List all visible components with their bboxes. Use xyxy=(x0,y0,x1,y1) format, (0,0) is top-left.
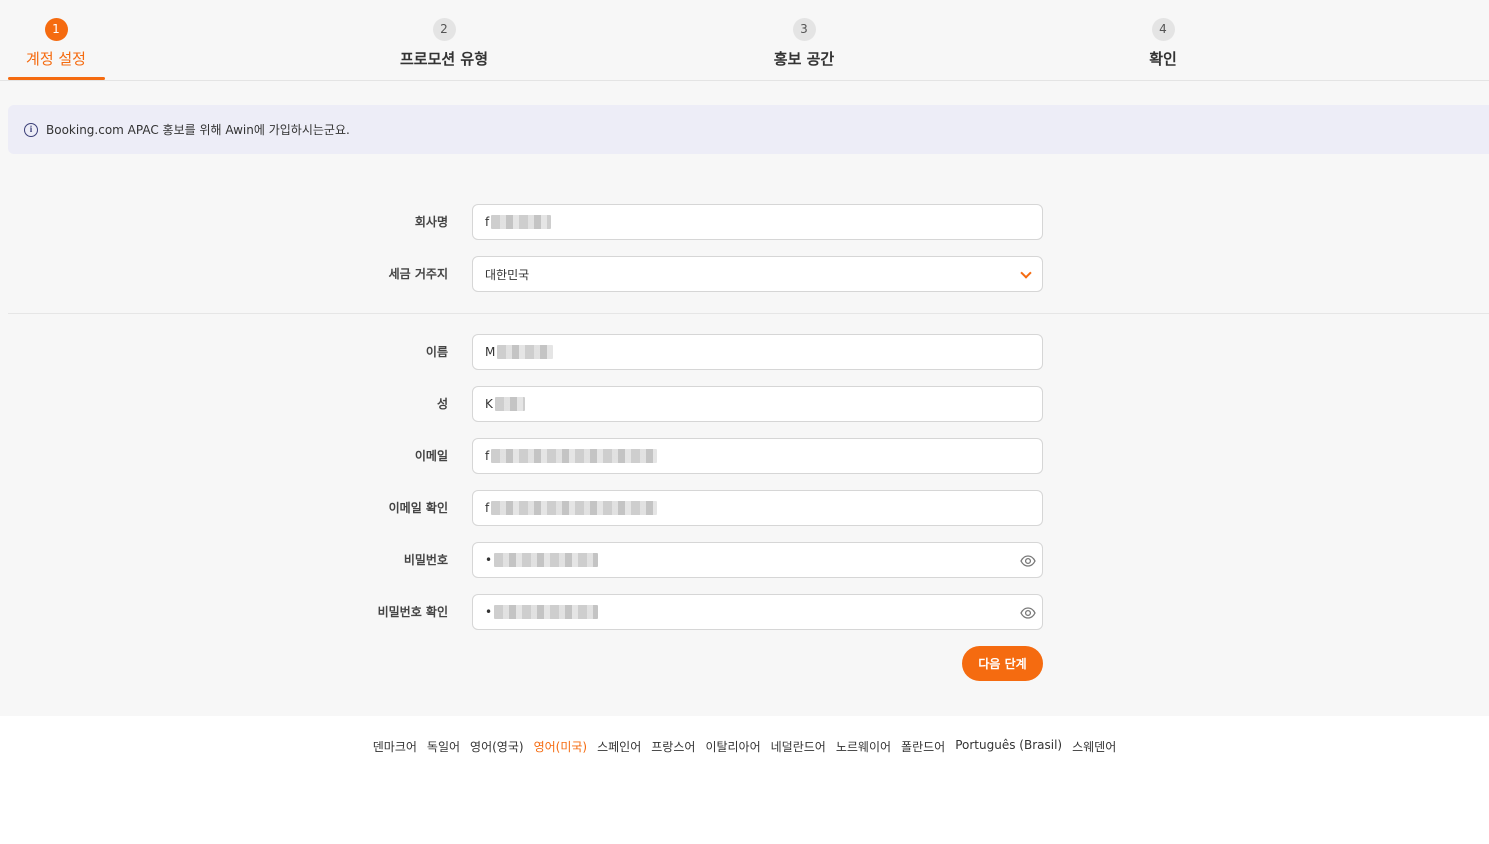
stepper: 1 계정 설정 2 프로모션 유형 3 홍보 공간 4 확인 xyxy=(0,0,1489,81)
language-link-english-us[interactable]: 영어(미국) xyxy=(534,738,588,760)
first-name-label: 이름 xyxy=(425,345,448,359)
info-banner: i Booking.com APAC 홍보를 위해 Awin에 가입하시는군요. xyxy=(8,105,1489,154)
tax-residence-row: 세금 거주지 대한민국 xyxy=(0,256,1489,292)
chevron-down-icon xyxy=(1020,267,1032,279)
step-label: 확인 xyxy=(1149,50,1177,68)
last-name-value: K xyxy=(485,397,493,411)
redacted-text xyxy=(494,397,525,411)
password-row: 비밀번호 • xyxy=(0,542,1489,578)
step-number: 2 xyxy=(432,18,456,41)
eye-icon[interactable] xyxy=(1020,605,1036,621)
company-name-row: 회사명 f xyxy=(0,204,1489,240)
password-confirm-row: 비밀번호 확인 • xyxy=(0,594,1489,630)
last-name-label: 성 xyxy=(436,397,448,411)
step-number: 1 xyxy=(44,18,68,41)
eye-icon[interactable] xyxy=(1020,553,1036,569)
email-confirm-value: f xyxy=(485,501,490,515)
step-label: 홍보 공간 xyxy=(773,50,835,68)
password-input[interactable]: • xyxy=(472,542,1043,578)
step-account-setup[interactable]: 1 계정 설정 xyxy=(0,18,156,69)
email-confirm-row: 이메일 확인 f xyxy=(0,490,1489,526)
next-step-button[interactable]: 다음 단계 xyxy=(962,646,1043,681)
step-number: 4 xyxy=(1151,18,1175,41)
tax-residence-value: 대한민국 xyxy=(485,267,530,282)
redacted-text xyxy=(491,449,658,463)
first-name-row: 이름 M xyxy=(0,334,1489,370)
first-name-input[interactable]: M xyxy=(472,334,1043,370)
email-confirm-input[interactable]: f xyxy=(472,490,1043,526)
section-divider xyxy=(8,313,1489,314)
language-link-norwegian[interactable]: 노르웨이어 xyxy=(836,738,891,760)
signup-area: 1 계정 설정 2 프로모션 유형 3 홍보 공간 4 확인 i Booking… xyxy=(0,0,1489,716)
step-label: 계정 설정 xyxy=(26,50,86,68)
email-row: 이메일 f xyxy=(0,438,1489,474)
language-link-dutch[interactable]: 네덜란드어 xyxy=(771,738,826,760)
language-link-polish[interactable]: 폴란드어 xyxy=(901,738,945,760)
tax-residence-label: 세금 거주지 xyxy=(388,267,448,281)
language-link-danish[interactable]: 덴마크어 xyxy=(373,738,417,760)
first-name-value: M xyxy=(485,345,496,359)
redacted-text xyxy=(497,345,554,359)
email-input[interactable]: f xyxy=(472,438,1043,474)
company-name-value: f xyxy=(485,215,490,229)
last-name-row: 성 K xyxy=(0,386,1489,422)
redacted-text xyxy=(494,605,599,619)
email-confirm-label: 이메일 확인 xyxy=(388,501,448,515)
language-link-english-uk[interactable]: 영어(영국) xyxy=(470,738,524,760)
info-banner-text: Booking.com APAC 홍보를 위해 Awin에 가입하시는군요. xyxy=(46,123,350,137)
step-confirm[interactable]: 4 확인 xyxy=(1063,18,1263,69)
password-label: 비밀번호 xyxy=(403,553,448,567)
language-link-german[interactable]: 독일어 xyxy=(427,738,460,760)
password-confirm-input[interactable]: • xyxy=(472,594,1043,630)
language-link-swedish[interactable]: 스웨덴어 xyxy=(1072,738,1116,760)
last-name-input[interactable]: K xyxy=(472,386,1043,422)
step-label: 프로모션 유형 xyxy=(399,50,489,68)
redacted-text xyxy=(494,553,599,567)
company-name-input[interactable]: f xyxy=(472,204,1043,240)
language-link-portuguese-brazil[interactable]: Português (Brasil) xyxy=(955,738,1062,760)
redacted-text xyxy=(491,215,552,229)
company-name-label: 회사명 xyxy=(414,215,448,229)
step-promotional-space[interactable]: 3 홍보 공간 xyxy=(704,18,904,69)
tax-residence-select[interactable]: 대한민국 xyxy=(472,256,1043,292)
password-confirm-value: • xyxy=(485,605,493,619)
language-link-french[interactable]: 프랑스어 xyxy=(651,738,695,760)
language-footer: 덴마크어 독일어 영어(영국) 영어(미국) 스페인어 프랑스어 이탈리아어 네… xyxy=(0,738,1489,760)
email-label: 이메일 xyxy=(414,449,448,463)
info-icon: i xyxy=(24,122,38,137)
password-confirm-label: 비밀번호 확인 xyxy=(377,605,448,619)
language-link-italian[interactable]: 이탈리아어 xyxy=(705,738,760,760)
step-number: 3 xyxy=(792,18,816,41)
step-promotion-type[interactable]: 2 프로모션 유형 xyxy=(344,18,544,69)
redacted-text xyxy=(491,501,658,515)
active-step-underline xyxy=(8,77,105,80)
language-link-spanish[interactable]: 스페인어 xyxy=(597,738,641,760)
password-value: • xyxy=(485,553,493,567)
email-value: f xyxy=(485,449,490,463)
